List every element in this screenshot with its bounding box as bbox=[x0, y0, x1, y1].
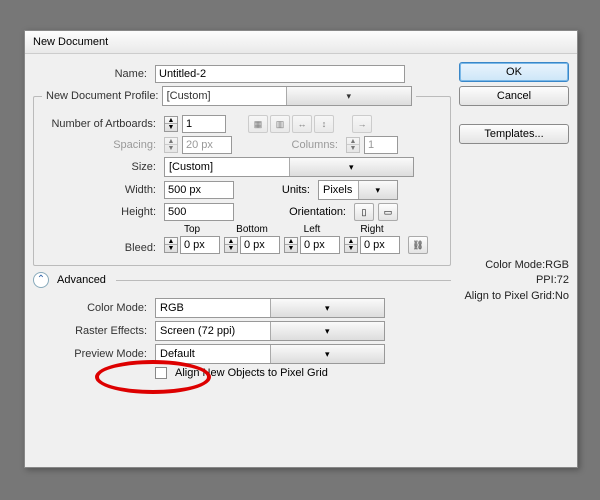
preview-label: Preview Mode: bbox=[57, 348, 151, 360]
info-panel: Color Mode:RGB PPI:72 Align to Pixel Gri… bbox=[459, 258, 569, 304]
chevron-down-icon: ▾ bbox=[286, 87, 411, 105]
artboards-label: Number of Artboards: bbox=[42, 118, 160, 130]
orientation-portrait-icon[interactable]: ▯ bbox=[354, 203, 374, 221]
spacing-label: Spacing: bbox=[42, 139, 160, 151]
bleed-right-input[interactable] bbox=[360, 236, 400, 254]
bleed-bottom-spinner[interactable]: ▲▼ bbox=[224, 237, 238, 253]
arrange-row-icon[interactable]: ↔ bbox=[292, 115, 312, 133]
info-colormode: Color Mode:RGB bbox=[459, 258, 569, 273]
colormode-select[interactable]: RGB▾ bbox=[155, 298, 385, 318]
bleed-left-input[interactable] bbox=[300, 236, 340, 254]
width-input[interactable] bbox=[164, 181, 234, 199]
chevron-down-icon: ▾ bbox=[270, 299, 385, 317]
size-select[interactable]: [Custom]▾ bbox=[164, 157, 414, 177]
bleed-right-label: Right bbox=[360, 224, 383, 235]
spacing-spinner: ▲▼ bbox=[164, 137, 178, 153]
align-pixelgrid-checkbox[interactable] bbox=[155, 367, 167, 379]
info-ppi: PPI:72 bbox=[459, 273, 569, 288]
units-select[interactable]: Pixels▾ bbox=[318, 180, 398, 200]
templates-button[interactable]: Templates... bbox=[459, 124, 569, 144]
raster-select[interactable]: Screen (72 ppi)▾ bbox=[155, 321, 385, 341]
chevron-down-icon: ▾ bbox=[358, 181, 398, 199]
bleed-bottom-label: Bottom bbox=[236, 224, 268, 235]
arrange-grid-row-icon[interactable]: ▦ bbox=[248, 115, 268, 133]
arrange-rtl-icon[interactable]: → bbox=[352, 115, 372, 133]
profile-select[interactable]: [Custom]▾ bbox=[162, 86, 412, 106]
bleed-bottom-input[interactable] bbox=[240, 236, 280, 254]
units-label: Units: bbox=[260, 184, 310, 196]
colormode-label: Color Mode: bbox=[57, 302, 151, 314]
raster-label: Raster Effects: bbox=[57, 325, 151, 337]
orientation-landscape-icon[interactable]: ▭ bbox=[378, 203, 398, 221]
width-label: Width: bbox=[42, 184, 160, 196]
columns-spinner: ▲▼ bbox=[346, 137, 360, 153]
bleed-right-spinner[interactable]: ▲▼ bbox=[344, 237, 358, 253]
height-input[interactable] bbox=[164, 203, 234, 221]
bleed-label: Bleed: bbox=[42, 242, 160, 254]
bleed-top-input[interactable] bbox=[180, 236, 220, 254]
bleed-top-label: Top bbox=[184, 224, 200, 235]
spacing-input bbox=[182, 136, 232, 154]
bleed-left-label: Left bbox=[304, 224, 321, 235]
profile-legend: New Document Profile: bbox=[46, 90, 159, 102]
titlebar: New Document bbox=[25, 31, 577, 54]
advanced-toggle[interactable]: ⌃ bbox=[33, 272, 49, 288]
arrange-col-icon[interactable]: ↕ bbox=[314, 115, 334, 133]
align-pixelgrid-label: Align New Objects to Pixel Grid bbox=[175, 367, 328, 379]
bleed-top-spinner[interactable]: ▲▼ bbox=[164, 237, 178, 253]
advanced-label: Advanced bbox=[57, 274, 106, 286]
orientation-label: Orientation: bbox=[276, 206, 346, 218]
new-document-dialog: New Document Name: New Document Profile:… bbox=[24, 30, 578, 468]
arrange-grid-col-icon[interactable]: ▥ bbox=[270, 115, 290, 133]
artboards-input[interactable] bbox=[182, 115, 226, 133]
artboards-spinner[interactable]: ▲▼ bbox=[164, 116, 178, 132]
chevron-down-icon: ▾ bbox=[270, 322, 385, 340]
bleed-left-spinner[interactable]: ▲▼ bbox=[284, 237, 298, 253]
height-label: Height: bbox=[42, 206, 160, 218]
info-aligngrid: Align to Pixel Grid:No bbox=[459, 289, 569, 304]
cancel-button[interactable]: Cancel bbox=[459, 86, 569, 106]
bleed-link-icon[interactable]: ⛓ bbox=[408, 236, 428, 254]
artboard-arrange-group: ▦ ▥ ↔ ↕ bbox=[248, 115, 334, 133]
name-label: Name: bbox=[33, 68, 151, 80]
dialog-title: New Document bbox=[33, 36, 108, 48]
chevron-down-icon: ▾ bbox=[270, 345, 385, 363]
ok-button[interactable]: OK bbox=[459, 62, 569, 82]
name-input[interactable] bbox=[155, 65, 405, 83]
columns-label: Columns: bbox=[282, 139, 342, 151]
columns-input bbox=[364, 136, 398, 154]
chevron-down-icon: ▾ bbox=[289, 158, 414, 176]
preview-select[interactable]: Default▾ bbox=[155, 344, 385, 364]
profile-fieldset: New Document Profile: [Custom]▾ Number o… bbox=[33, 86, 451, 266]
size-label: Size: bbox=[42, 161, 160, 173]
